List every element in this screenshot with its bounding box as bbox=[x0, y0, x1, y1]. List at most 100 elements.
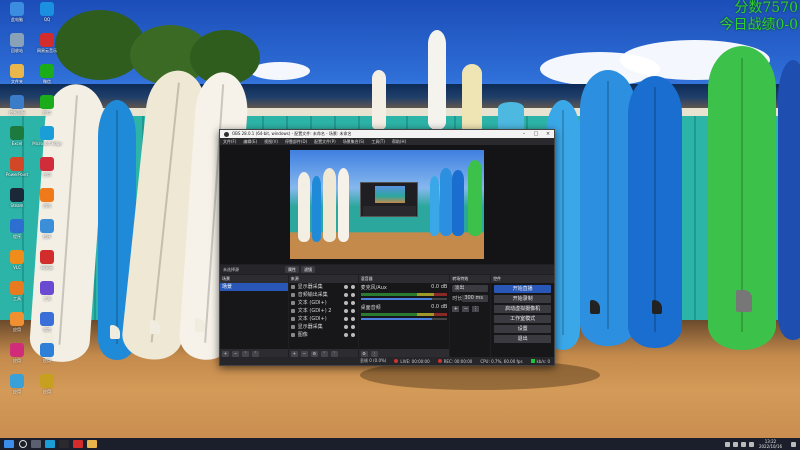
desktop-icon[interactable]: 应用 bbox=[32, 95, 62, 123]
clock[interactable]: 13:22 2022/10/16 bbox=[759, 439, 782, 449]
windows-start-icon[interactable] bbox=[4, 440, 14, 448]
volume-icon[interactable] bbox=[740, 441, 746, 447]
lock-icon[interactable] bbox=[350, 293, 355, 297]
control-button[interactable]: 启动虚拟摄像机 bbox=[494, 305, 551, 313]
menu-item[interactable]: 文件(F) bbox=[223, 139, 236, 145]
eye-icon[interactable] bbox=[343, 285, 348, 289]
eye-icon[interactable] bbox=[343, 293, 348, 297]
lock-icon[interactable] bbox=[350, 317, 355, 321]
desktop-icon[interactable]: Steam bbox=[2, 188, 32, 216]
remove-source-icon[interactable]: − bbox=[300, 350, 308, 357]
lock-icon[interactable] bbox=[350, 309, 355, 313]
control-button[interactable]: 开始录制 bbox=[494, 295, 551, 303]
ime-icon[interactable] bbox=[748, 441, 754, 447]
desktop-icon[interactable]: 此电脑 bbox=[2, 2, 32, 30]
source-item[interactable]: 显示器采集 bbox=[289, 323, 358, 331]
remove-scene-icon[interactable]: − bbox=[232, 350, 239, 357]
mixer-menu-icon[interactable]: ⋮ bbox=[370, 350, 378, 357]
search-icon[interactable] bbox=[19, 440, 27, 448]
desktop-icon[interactable]: Microsoft Edge bbox=[32, 126, 62, 154]
task-view-icon[interactable] bbox=[31, 440, 41, 448]
source-item[interactable]: 文本 (GDI+) 2 bbox=[289, 307, 358, 315]
desktop-icon[interactable]: VLC bbox=[2, 250, 32, 278]
desktop-icon[interactable]: 程序 bbox=[32, 219, 62, 247]
control-button[interactable]: 开始直播 bbox=[494, 285, 551, 293]
source-item[interactable]: 文本 (GDI+) bbox=[289, 315, 358, 323]
desktop-icon[interactable]: 控制面板 bbox=[2, 95, 32, 123]
desktop-icon[interactable]: 游戏 bbox=[32, 188, 62, 216]
netease-music-icon[interactable] bbox=[73, 440, 83, 448]
desktop-icon[interactable]: 网易云音乐 bbox=[32, 33, 62, 61]
desktop-icon[interactable]: 工具 bbox=[2, 281, 32, 309]
network-icon[interactable] bbox=[732, 441, 738, 447]
notification-icon[interactable] bbox=[791, 441, 796, 447]
scene-item[interactable]: 场景 bbox=[220, 283, 288, 291]
eye-icon[interactable] bbox=[343, 333, 348, 337]
obs-window[interactable]: OBS 28.0.1 (64-bit, windows) - 配置文件: 未命名… bbox=[219, 129, 555, 366]
transition-menu-icon[interactable]: ⋮ bbox=[472, 305, 480, 312]
desktop-icon[interactable]: 程序 bbox=[2, 219, 32, 247]
add-transition-icon[interactable]: + bbox=[452, 305, 460, 312]
volume-slider[interactable] bbox=[360, 318, 448, 320]
desktop-icon[interactable]: 应用 bbox=[32, 343, 62, 371]
lock-icon[interactable] bbox=[350, 333, 355, 337]
file-explorer-icon[interactable] bbox=[87, 440, 97, 448]
move-down-icon[interactable]: ˅ bbox=[330, 350, 338, 357]
source-item[interactable]: 图像 bbox=[289, 331, 358, 339]
menu-item[interactable]: 视图(V) bbox=[264, 139, 278, 145]
maximize-icon[interactable]: □ bbox=[530, 131, 542, 137]
source-item[interactable]: 显示器采集 bbox=[289, 283, 358, 291]
desktop-icon[interactable]: 应用 bbox=[2, 343, 32, 371]
eye-icon[interactable] bbox=[343, 325, 348, 329]
desktop-icon[interactable]: PowerPoint bbox=[2, 157, 32, 185]
eye-icon[interactable] bbox=[343, 301, 348, 305]
move-up-icon[interactable]: ˄ bbox=[320, 350, 328, 357]
move-down-icon[interactable]: ˅ bbox=[252, 350, 259, 357]
control-button[interactable]: 设置 bbox=[494, 325, 551, 333]
volume-slider[interactable] bbox=[360, 298, 448, 300]
obs-titlebar[interactable]: OBS 28.0.1 (64-bit, windows) - 配置文件: 未命名… bbox=[220, 130, 554, 138]
obs-icon[interactable] bbox=[59, 440, 69, 448]
program-preview[interactable] bbox=[290, 150, 484, 259]
chevron-up-icon[interactable] bbox=[724, 441, 730, 447]
move-up-icon[interactable]: ˄ bbox=[242, 350, 249, 357]
duration-input[interactable]: 300 ms bbox=[462, 295, 489, 302]
desktop-icon[interactable]: 游戏 bbox=[32, 312, 62, 340]
desktop-icon[interactable]: 回收站 bbox=[2, 33, 32, 61]
mixer-settings-icon[interactable]: ⚙ bbox=[360, 350, 368, 357]
desktop-icon[interactable]: 文件夹 bbox=[2, 64, 32, 92]
filters-button[interactable]: 滤镜 bbox=[301, 266, 315, 273]
source-item[interactable]: 文本 (GDI+) bbox=[289, 299, 358, 307]
desktop-icon[interactable]: 应用 bbox=[32, 374, 62, 402]
desktop-icon[interactable]: Excel bbox=[2, 126, 32, 154]
lock-icon[interactable] bbox=[350, 301, 355, 305]
menu-item[interactable]: 配置文件(P) bbox=[314, 139, 336, 145]
desktop-icon[interactable]: 应用 bbox=[32, 157, 62, 185]
remove-transition-icon[interactable]: − bbox=[462, 305, 470, 312]
add-source-icon[interactable]: + bbox=[290, 350, 298, 357]
add-scene-icon[interactable]: + bbox=[222, 350, 229, 357]
minimize-icon[interactable]: – bbox=[518, 131, 530, 137]
menu-item[interactable]: 场景集合(S) bbox=[343, 139, 365, 145]
lock-icon[interactable] bbox=[350, 285, 355, 289]
close-icon[interactable]: × bbox=[542, 131, 554, 137]
desktop-icon[interactable]: 工具 bbox=[32, 281, 62, 309]
desktop-icon[interactable]: 网易云 bbox=[32, 250, 62, 278]
menu-item[interactable]: 帮助(H) bbox=[392, 139, 406, 145]
desktop-icon[interactable]: 应用 bbox=[2, 374, 32, 402]
edge-icon[interactable] bbox=[45, 440, 55, 448]
desktop-icon[interactable]: QQ bbox=[32, 2, 62, 30]
menu-item[interactable]: 编辑(E) bbox=[243, 139, 257, 145]
desktop-icon[interactable]: 微信 bbox=[32, 64, 62, 92]
menu-item[interactable]: 工具(T) bbox=[371, 139, 385, 145]
desktop-icon[interactable]: 应用 bbox=[2, 312, 32, 340]
control-button[interactable]: 退出 bbox=[494, 335, 551, 343]
source-item[interactable]: 音频输出采集 bbox=[289, 291, 358, 299]
control-button[interactable]: 工作室模式 bbox=[494, 315, 551, 323]
eye-icon[interactable] bbox=[343, 309, 348, 313]
eye-icon[interactable] bbox=[343, 317, 348, 321]
properties-button[interactable]: 属性 bbox=[285, 266, 299, 273]
source-settings-icon[interactable]: ⚙ bbox=[310, 350, 318, 357]
menu-item[interactable]: 停靠部件(D) bbox=[285, 139, 307, 145]
lock-icon[interactable] bbox=[350, 325, 355, 329]
